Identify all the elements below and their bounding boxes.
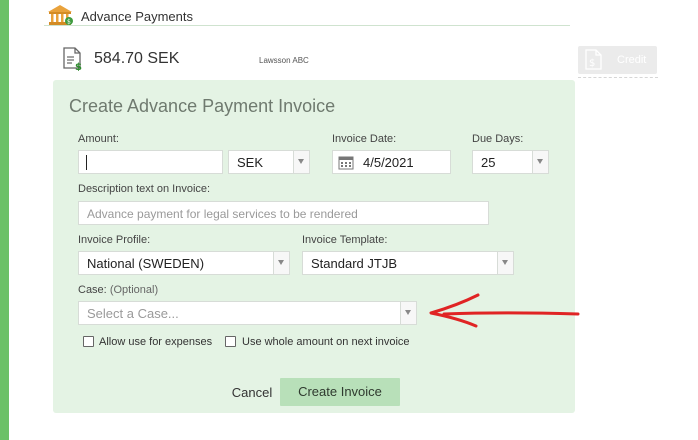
balance-amount: 584.70 SEK [94, 50, 180, 67]
currency-value: SEK [237, 155, 264, 170]
chevron-down-icon [537, 159, 543, 164]
chevron-down-icon [278, 260, 284, 265]
description-label: Description text on Invoice: [78, 183, 211, 195]
invoice-document-icon: $ [63, 47, 82, 71]
chevron-down-icon [502, 260, 508, 265]
cancel-button[interactable]: Cancel [226, 380, 278, 406]
calendar-icon[interactable] [338, 155, 354, 170]
case-optional-hint: (Optional) [109, 284, 159, 296]
svg-text:$: $ [589, 58, 595, 69]
form-title: Create Advance Payment Invoice [69, 96, 336, 116]
use-whole-amount-checkbox[interactable] [225, 336, 236, 347]
credit-document-icon: $ [585, 49, 602, 70]
case-placeholder: Select a Case... [87, 306, 179, 321]
page-title: Advance Payments [81, 9, 194, 24]
credit-button[interactable]: $ Credit [578, 46, 657, 74]
section-header: $ Advance Payments [44, 4, 570, 26]
use-whole-amount-label[interactable]: Use whole amount on next invoice [242, 336, 410, 348]
bank-icon: $ [48, 5, 73, 26]
invoice-profile-select[interactable]: National (SWEDEN) [78, 251, 290, 275]
client-name: Lawsson ABC [259, 56, 309, 65]
invoice-template-value: Standard JTJB [311, 256, 397, 271]
due-days-select[interactable]: 25 [472, 150, 549, 174]
invoice-date-input[interactable]: 4/5/2021 [332, 150, 451, 174]
create-invoice-button[interactable]: Create Invoice [280, 378, 400, 406]
amount-label: Amount: [78, 133, 119, 145]
case-label: Case: (Optional) [78, 284, 159, 296]
due-days-label: Due Days: [472, 133, 524, 145]
svg-text:$: $ [75, 62, 82, 71]
description-input[interactable]: Advance payment for legal services to be… [78, 201, 489, 225]
amount-input[interactable] [78, 150, 223, 174]
invoice-profile-label: Invoice Profile: [78, 234, 151, 246]
svg-text:$: $ [67, 19, 71, 26]
invoice-template-select[interactable]: Standard JTJB [302, 251, 514, 275]
left-accent-bar [0, 0, 9, 440]
text-cursor [86, 155, 87, 170]
annotation-arrow-icon [429, 293, 580, 328]
allow-expenses-label[interactable]: Allow use for expenses [99, 336, 212, 348]
invoice-profile-value: National (SWEDEN) [87, 256, 205, 271]
currency-select[interactable]: SEK [228, 150, 310, 174]
case-select[interactable]: Select a Case... [78, 301, 417, 325]
invoice-template-label: Invoice Template: [302, 234, 388, 246]
chevron-down-icon [405, 310, 411, 315]
description-placeholder: Advance payment for legal services to be… [87, 207, 358, 221]
invoice-date-value: 4/5/2021 [363, 155, 414, 170]
credit-button-label: Credit [617, 54, 647, 66]
balance-summary: $ 584.70 SEK Lawsson ABC [62, 44, 622, 74]
allow-expenses-checkbox[interactable] [83, 336, 94, 347]
divider [578, 77, 658, 78]
invoice-date-label: Invoice Date: [332, 133, 397, 145]
due-days-value: 25 [481, 155, 496, 170]
create-invoice-panel: Create Advance Payment Invoice Amount: I… [53, 80, 575, 413]
chevron-down-icon [298, 159, 304, 164]
